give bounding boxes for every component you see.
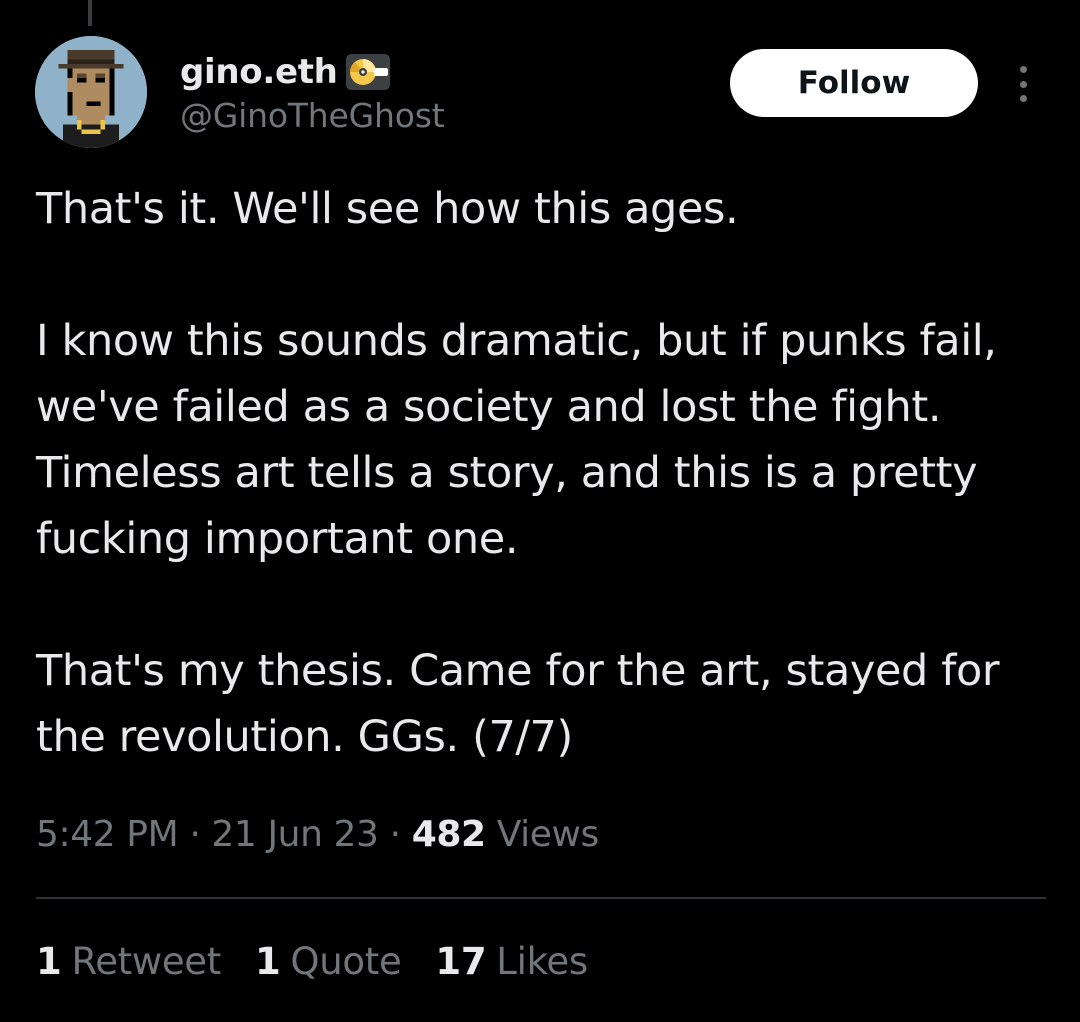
more-dot: [1019, 66, 1027, 73]
quotes-label: Quote: [290, 940, 402, 983]
tweet-paragraph: That's my thesis. Came for the art, stay…: [36, 646, 1000, 762]
views-label: Views: [496, 814, 600, 855]
divider: [36, 897, 1046, 899]
retweets-count: 1: [36, 940, 62, 983]
author-display-name[interactable]: gino.eth: [180, 52, 338, 92]
avatar[interactable]: [35, 36, 147, 148]
meta-separator: ·: [389, 814, 401, 855]
author-handle[interactable]: @GinoTheGhost: [180, 96, 445, 135]
tweet-date[interactable]: 21 Jun 23: [211, 814, 379, 855]
likes-count: 17: [435, 940, 487, 983]
tweet-time[interactable]: 5:42 PM: [36, 814, 179, 855]
follow-button[interactable]: Follow: [730, 49, 978, 117]
quotes-stat[interactable]: 1 Quote: [254, 940, 402, 983]
more-dot: [1019, 80, 1027, 88]
cryptopunk-avatar-icon: [35, 36, 147, 148]
quotes-count: 1: [254, 940, 281, 983]
likes-stat[interactable]: 17 Likes: [435, 940, 588, 983]
tweet-metadata: 5:42 PM · 21 Jun 23 · 482 Views: [36, 814, 599, 855]
tweet-paragraph: That's it. We'll see how this ages.: [36, 184, 739, 234]
engagement-stats: 1 Retweet 1 Quote 17 Likes: [36, 940, 588, 983]
author-name-row: gino.eth: [180, 46, 390, 98]
more-vertical-icon[interactable]: [1008, 62, 1038, 106]
retweets-label: Retweet: [71, 940, 221, 983]
meta-separator: ·: [189, 814, 201, 855]
retweets-stat[interactable]: 1 Retweet: [36, 940, 221, 983]
views-count: 482: [411, 814, 486, 855]
tweet-paragraph: I know this sounds dramatic, but if punk…: [36, 316, 997, 564]
cd-disc-badge-icon: [345, 54, 390, 90]
more-dot: [1019, 95, 1027, 102]
likes-label: Likes: [496, 940, 588, 983]
tweet-body: That's it. We'll see how this ages. I kn…: [36, 176, 1056, 770]
thread-connector-line: [88, 0, 92, 26]
